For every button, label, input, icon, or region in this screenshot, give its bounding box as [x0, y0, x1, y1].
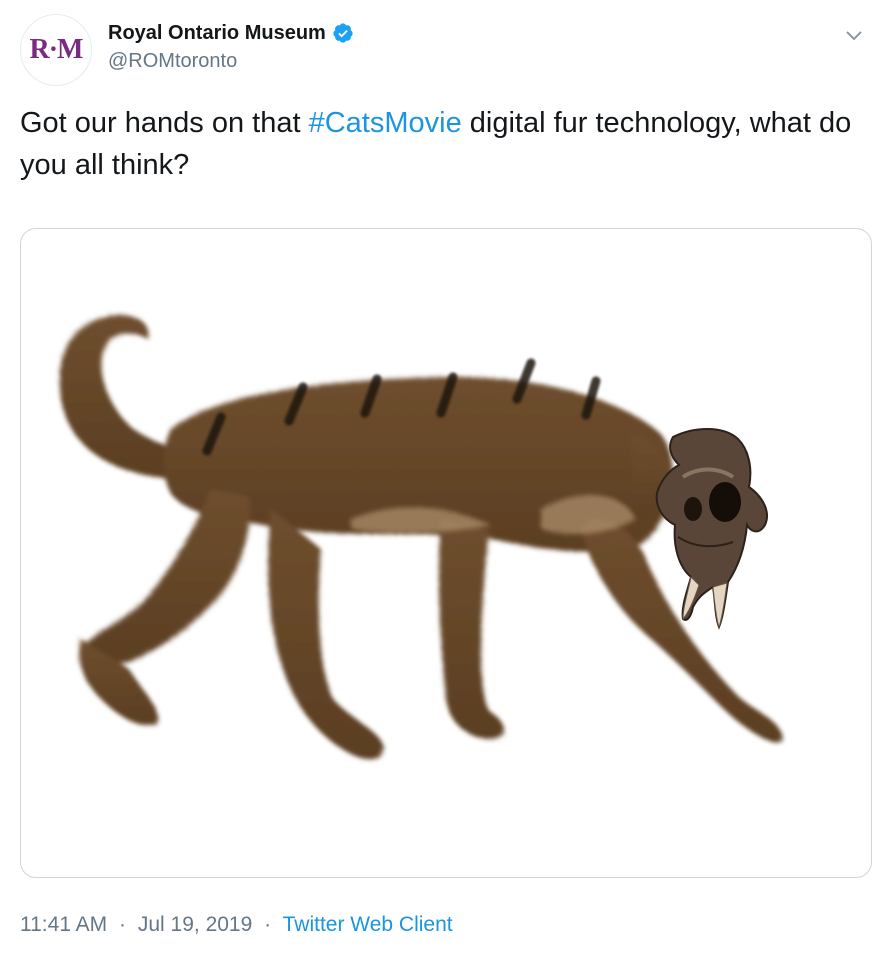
handle[interactable]: @ROMtoronto: [108, 50, 354, 73]
tweet-source-link[interactable]: Twitter Web Client: [283, 913, 453, 936]
tweet-meta: 11:41 AM · Jul 19, 2019 · Twitter Web Cl…: [20, 913, 453, 937]
tweet-text: Got our hands on that #CatsMovie digital…: [20, 102, 870, 186]
meta-separator: ·: [119, 913, 127, 936]
skull: [655, 428, 768, 630]
meta-separator: ·: [264, 913, 272, 936]
furry-cat-with-sabertooth-skull-image: [59, 315, 783, 760]
chevron-down-icon[interactable]: [842, 24, 866, 48]
tweet-text-before: Got our hands on that: [20, 107, 309, 139]
rom-logo: R·M: [29, 34, 84, 65]
author-names: Royal Ontario Museum @ROMtoronto: [108, 20, 354, 73]
tweet-header: R·M Royal Ontario Museum @ROMtoronto: [20, 14, 876, 88]
tweet-media[interactable]: [20, 228, 872, 878]
verified-badge-icon: [333, 23, 353, 43]
tweet-time[interactable]: 11:41 AM: [20, 913, 107, 936]
hashtag-link[interactable]: #CatsMovie: [309, 107, 462, 139]
tweet-date[interactable]: Jul 19, 2019: [138, 913, 252, 936]
avatar[interactable]: R·M: [20, 14, 92, 86]
display-name[interactable]: Royal Ontario Museum: [108, 22, 326, 45]
display-name-row: Royal Ontario Museum: [108, 20, 354, 46]
